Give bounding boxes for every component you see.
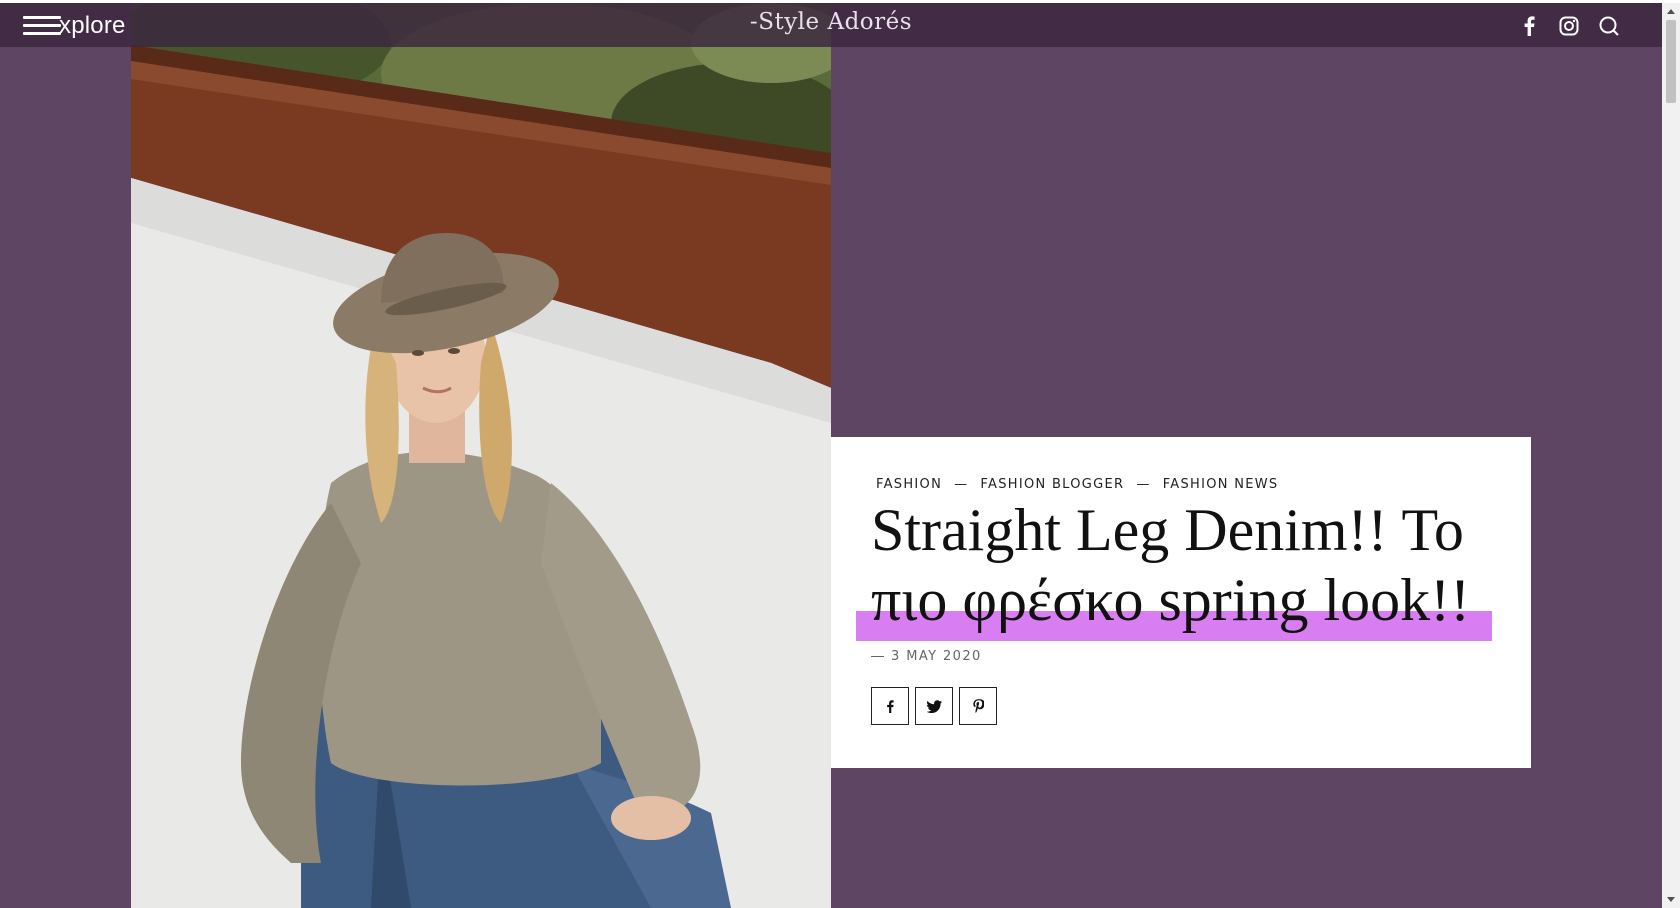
category-link-fashion-news[interactable]: FASHION NEWS	[1163, 477, 1279, 492]
facebook-icon	[887, 699, 894, 713]
article-date: 3 MAY 2020	[871, 649, 982, 664]
hero-image	[131, 3, 831, 908]
site-header: xplore -Style Adorés	[0, 3, 1662, 47]
category-separator: —	[954, 477, 969, 492]
pinterest-icon	[972, 699, 984, 713]
category-list: FASHION — FASHION BLOGGER — FASHION NEWS	[876, 477, 1278, 492]
twitter-icon	[926, 699, 942, 713]
date-dash	[871, 656, 884, 657]
category-link-fashion[interactable]: FASHION	[876, 477, 942, 492]
scroll-up-arrow-icon[interactable]	[1662, 3, 1680, 20]
page-scrollbar[interactable]	[1662, 3, 1680, 908]
share-facebook-button[interactable]	[871, 687, 909, 725]
facebook-icon[interactable]	[1516, 13, 1542, 39]
share-buttons	[871, 687, 997, 725]
scroll-down-arrow-icon[interactable]	[1662, 891, 1680, 908]
article-title-line-2: πιο φρέσκο spring look!!	[871, 567, 1471, 633]
site-logo[interactable]: -Style Adorés	[0, 9, 1662, 35]
search-icon[interactable]	[1596, 13, 1622, 39]
article-title[interactable]: Straight Leg Denim!! To πιο φρέσκο sprin…	[871, 495, 1491, 635]
scrollbar-thumb[interactable]	[1666, 20, 1676, 103]
category-link-fashion-blogger[interactable]: FASHION BLOGGER	[980, 477, 1124, 492]
share-pinterest-button[interactable]	[959, 687, 997, 725]
article-title-line-1: Straight Leg Denim!! To	[871, 497, 1464, 563]
header-icons	[1516, 13, 1622, 39]
instagram-icon[interactable]	[1556, 13, 1582, 39]
category-separator: —	[1136, 477, 1151, 492]
share-twitter-button[interactable]	[915, 687, 953, 725]
article-card: FASHION — FASHION BLOGGER — FASHION NEWS…	[831, 437, 1531, 768]
article-date-text: 3 MAY 2020	[891, 649, 982, 664]
